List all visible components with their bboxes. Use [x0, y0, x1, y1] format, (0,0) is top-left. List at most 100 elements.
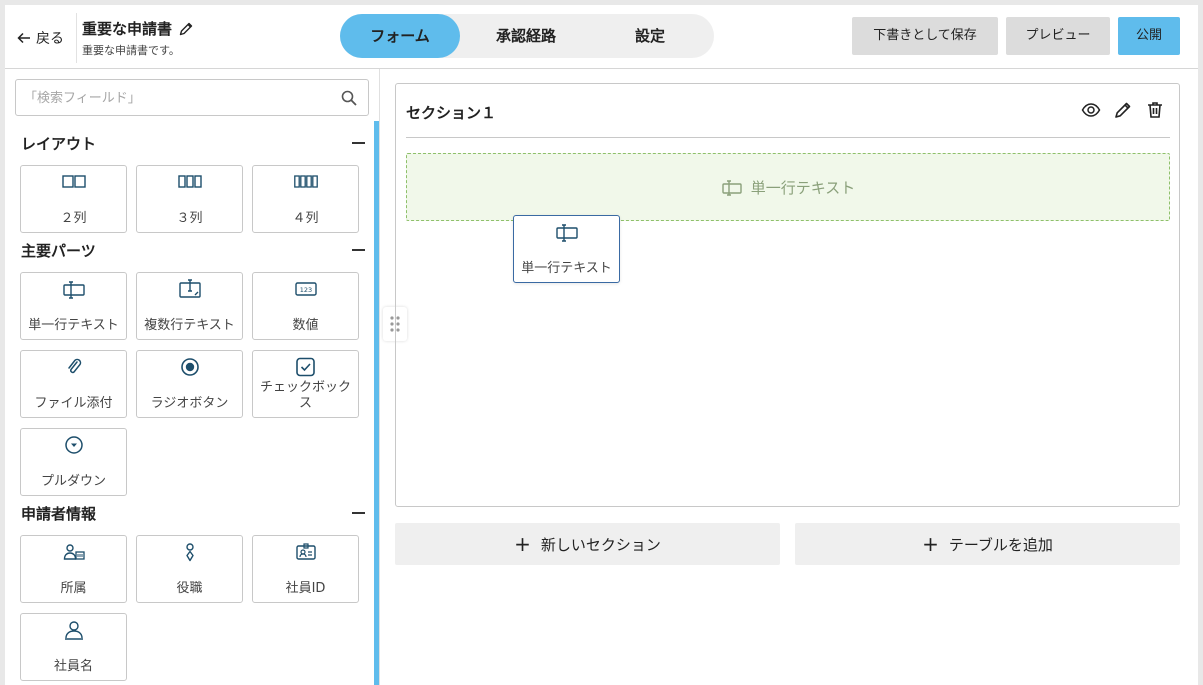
palette-item-department[interactable]: 所属: [20, 535, 127, 603]
header-divider: [76, 13, 77, 63]
form-section: セクション１ 単一行テキスト 単一行テキスト: [395, 83, 1180, 507]
section-preview-button[interactable]: [1081, 100, 1101, 120]
tab-form[interactable]: フォーム: [340, 14, 460, 58]
palette-item-label: プルダウン: [40, 474, 106, 489]
palette-item-radio-button[interactable]: ラジオボタン: [136, 350, 243, 418]
dragged-field-ghost[interactable]: 単一行テキスト: [513, 215, 620, 283]
section-divider: [406, 137, 1170, 138]
header: 戻る 重要な申請書 重要な申請書です。 フォーム 承認経路 設定 下書きとして保…: [5, 5, 1198, 69]
palette-item-label: 社員ID: [285, 581, 326, 596]
minus-icon: [352, 512, 365, 514]
preview-button[interactable]: プレビュー: [1006, 17, 1110, 55]
person-icon: [64, 621, 83, 640]
section-delete-button[interactable]: [1145, 100, 1165, 120]
back-label: 戻る: [36, 31, 64, 47]
category-title: レイアウト: [21, 135, 97, 153]
category-title: 申請者情報: [21, 505, 97, 523]
four-columns-icon: [293, 175, 318, 188]
add-table-label: テーブルを追加: [948, 535, 1053, 554]
palette-item-two-columns[interactable]: ２列: [20, 165, 127, 233]
palette-item-employee-name[interactable]: 社員名: [20, 613, 127, 681]
tab-bar: フォーム 承認経路 設定: [340, 14, 714, 58]
add-table-button[interactable]: + テーブルを追加: [795, 523, 1180, 565]
palette-item-label: ファイル添付: [34, 396, 113, 411]
search-input[interactable]: [24, 86, 324, 110]
number-icon-text: 123: [299, 286, 311, 294]
position-icon: [185, 543, 194, 562]
form-title: 重要な申請書: [82, 18, 194, 39]
collapse-applicant-info-button[interactable]: [344, 503, 365, 523]
radio-button-icon: [180, 358, 199, 376]
department-icon: [63, 544, 85, 560]
search-icon[interactable]: [340, 89, 358, 107]
back-button[interactable]: 戻る: [16, 27, 64, 49]
eye-icon: [1081, 103, 1101, 117]
collapse-layout-button[interactable]: [344, 133, 365, 153]
palette-item-number[interactable]: 123 数値: [252, 272, 359, 340]
palette-item-label: 複数行テキスト: [144, 318, 235, 333]
pencil-icon: [1115, 102, 1131, 118]
search-box: [15, 79, 369, 116]
multi-line-text-icon: [178, 279, 201, 298]
palette-item-label: 所属: [60, 581, 87, 596]
section-title: セクション１: [406, 104, 497, 122]
trash-icon: [1148, 102, 1162, 118]
field-palette-sidebar: レイアウト ２列 ３列 ４列 主要パーツ 単一行テキスト 複数行テキスト: [5, 69, 380, 685]
three-columns-icon: [177, 175, 202, 188]
publish-button[interactable]: 公開: [1118, 17, 1180, 55]
palette-item-multi-line-text[interactable]: 複数行テキスト: [136, 272, 243, 340]
drop-zone-placeholder: 単一行テキスト: [407, 177, 1169, 198]
minus-icon: [352, 142, 365, 144]
single-line-text-icon: [62, 281, 85, 299]
tab-settings[interactable]: 設定: [590, 14, 710, 58]
palette-item-file-attachment[interactable]: ファイル添付: [20, 350, 127, 418]
paperclip-icon: [67, 358, 81, 374]
palette-item-label: 単一行テキスト: [28, 318, 119, 333]
number-icon: 123: [294, 282, 317, 296]
palette-item-label: ４列: [292, 211, 319, 226]
palette-item-label: ２列: [60, 211, 87, 226]
palette-item-label: 役職: [176, 581, 203, 596]
new-section-button[interactable]: + 新しいセクション: [395, 523, 780, 565]
palette-item-employee-id[interactable]: 社員ID: [252, 535, 359, 603]
form-subtitle: 重要な申請書です。: [82, 44, 180, 57]
checkbox-icon: [295, 357, 315, 377]
palette-item-four-columns[interactable]: ４列: [252, 165, 359, 233]
tab-approval-route[interactable]: 承認経路: [466, 14, 586, 58]
category-title: 主要パーツ: [21, 242, 96, 260]
form-canvas: セクション１ 単一行テキスト 単一行テキスト + 新しいセクション + テーブル…: [380, 69, 1198, 685]
palette-item-dropdown[interactable]: プルダウン: [20, 428, 127, 496]
drop-zone-label: 単一行テキスト: [750, 179, 856, 197]
new-section-label: 新しいセクション: [540, 535, 661, 554]
palette-item-label: チェックボックス: [259, 380, 351, 411]
palette-item-single-line-text[interactable]: 単一行テキスト: [20, 272, 127, 340]
palette-item-checkbox[interactable]: チェックボックス: [252, 350, 359, 418]
minus-icon: [352, 249, 365, 251]
palette-item-label: ラジオボタン: [150, 396, 229, 411]
plus-icon: +: [514, 532, 531, 556]
pencil-icon[interactable]: [178, 21, 194, 37]
single-line-text-icon: [555, 224, 578, 242]
form-title-text: 重要な申請書: [82, 20, 173, 38]
id-card-icon: [295, 543, 316, 560]
palette-item-position[interactable]: 役職: [136, 535, 243, 603]
category-main-parts: 主要パーツ: [21, 240, 365, 260]
palette-item-label: 社員名: [53, 659, 93, 674]
two-columns-icon: [61, 175, 86, 188]
save-draft-button[interactable]: 下書きとして保存: [852, 17, 998, 55]
category-layout: レイアウト: [21, 133, 365, 153]
palette-item-three-columns[interactable]: ３列: [136, 165, 243, 233]
dragged-field-label: 単一行テキスト: [521, 261, 612, 276]
sidebar-scrollbar[interactable]: [374, 121, 379, 685]
category-applicant-info: 申請者情報: [21, 503, 365, 523]
section-edit-button[interactable]: [1113, 100, 1133, 120]
palette-item-label: ３列: [176, 211, 203, 226]
app-window: 戻る 重要な申請書 重要な申請書です。 フォーム 承認経路 設定 下書きとして保…: [5, 5, 1198, 685]
plus-icon: +: [922, 532, 939, 556]
single-line-text-icon: [722, 179, 742, 196]
palette-item-label: 数値: [292, 318, 319, 333]
arrow-left-icon: [17, 32, 30, 44]
collapse-main-parts-button[interactable]: [344, 240, 365, 260]
dropdown-icon: [64, 436, 83, 454]
drop-zone[interactable]: 単一行テキスト: [406, 153, 1170, 221]
